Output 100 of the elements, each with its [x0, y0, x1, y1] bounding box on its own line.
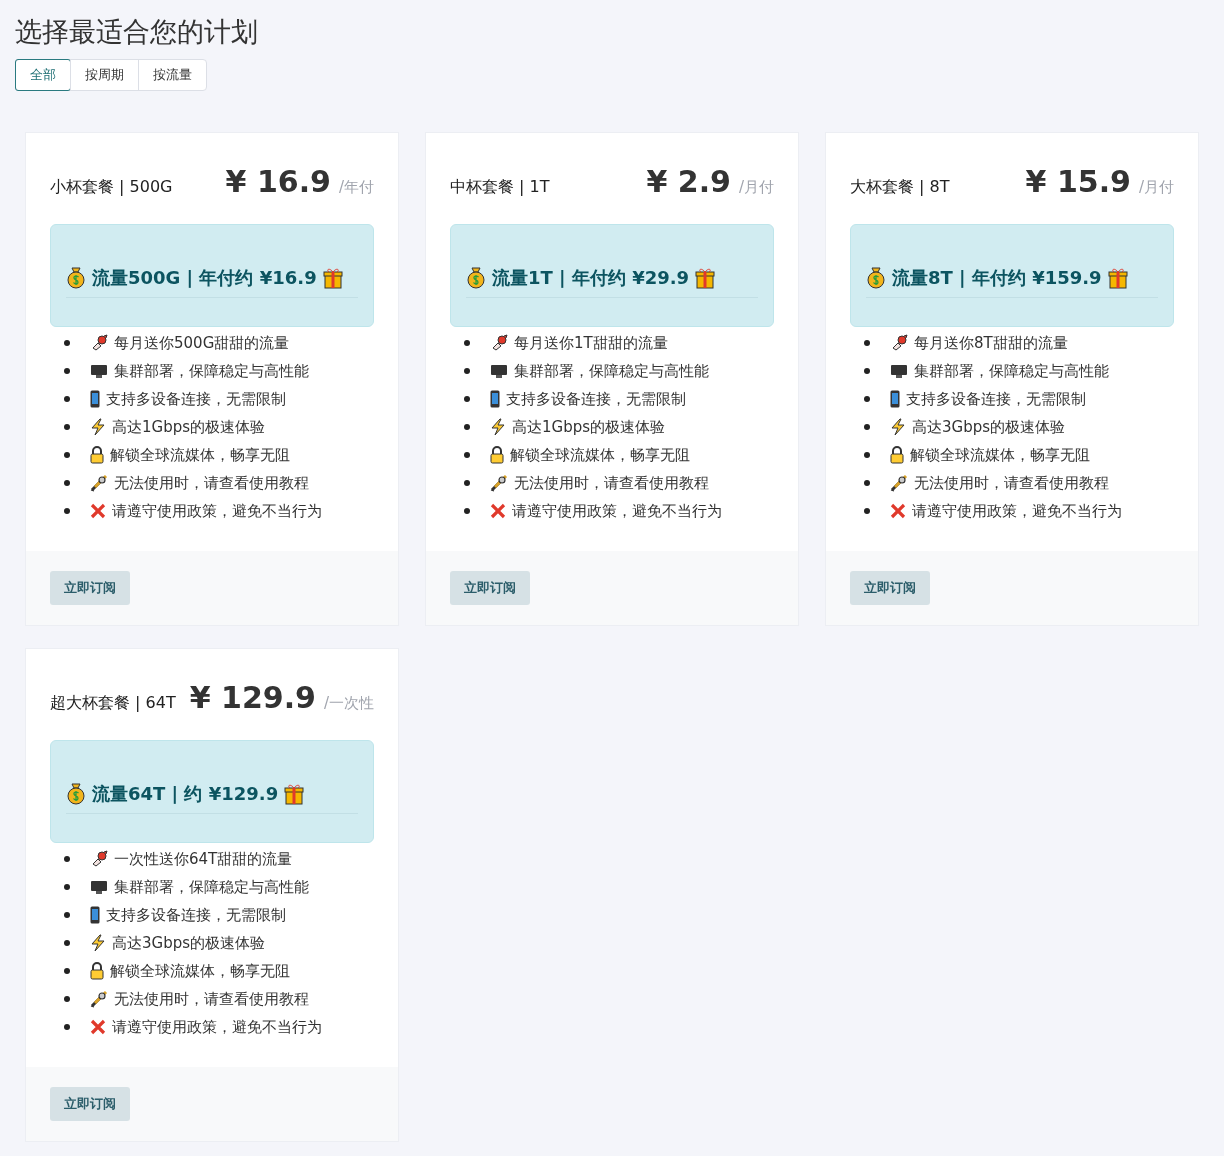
feature-text: 集群部署，保障稳定与高性能 [114, 876, 309, 898]
bullet-icon [464, 368, 470, 374]
subscribe-button[interactable]: 立即订阅 [850, 571, 930, 605]
money-bag-icon [866, 266, 886, 289]
feature-text: 请遵守使用政策，避免不当行为 [512, 500, 722, 522]
candy-icon [490, 334, 508, 352]
billing-period: /一次性 [323, 693, 374, 714]
padlock-icon [90, 446, 104, 464]
bullet-icon [864, 368, 870, 374]
bullet-icon [864, 480, 870, 486]
money-bag-icon [66, 782, 86, 805]
candy-icon [90, 334, 108, 352]
highlight-text: 流量500G | 年付约 ¥16.9 [92, 266, 317, 290]
bullet-icon [64, 480, 70, 486]
bullet-icon [64, 1024, 70, 1030]
cross-icon [90, 503, 106, 519]
plan-price: ¥ 129.9 [189, 679, 316, 717]
bullet-icon [64, 396, 70, 402]
bullet-icon [64, 452, 70, 458]
monitor-icon [90, 879, 108, 895]
tools-icon [90, 990, 108, 1008]
gift-icon [284, 782, 305, 805]
page-title: 选择最适合您的计划 [15, 15, 259, 49]
bullet-icon [64, 940, 70, 946]
bullet-icon [864, 396, 870, 402]
feature-text: 一次性送你64T甜甜的流量 [114, 848, 293, 870]
bullet-icon [864, 340, 870, 346]
feature-text: 高达1Gbps的极速体验 [512, 416, 666, 438]
bullet-icon [64, 508, 70, 514]
feature-text: 高达3Gbps的极速体验 [912, 416, 1066, 438]
money-bag-icon [66, 266, 86, 289]
feature-text: 高达1Gbps的极速体验 [112, 416, 266, 438]
padlock-icon [90, 962, 104, 980]
bullet-icon [464, 480, 470, 486]
feature-text: 支持多设备连接，无需限制 [906, 388, 1086, 410]
feature-text: 请遵守使用政策，避免不当行为 [112, 1016, 322, 1038]
gift-icon [322, 266, 343, 289]
feature-text: 无法使用时，请查看使用教程 [114, 988, 309, 1010]
feature-text: 请遵守使用政策，避免不当行为 [912, 500, 1122, 522]
bullet-icon [64, 912, 70, 918]
cross-icon [490, 503, 506, 519]
bullet-icon [464, 424, 470, 430]
money-bag-icon [466, 266, 486, 289]
feature-text: 无法使用时，请查看使用教程 [514, 472, 709, 494]
tools-icon [490, 474, 508, 492]
feature-text: 无法使用时，请查看使用教程 [914, 472, 1109, 494]
plan-price: ¥ 16.9 [225, 163, 331, 201]
tools-icon [90, 474, 108, 492]
bullet-icon [64, 856, 70, 862]
gift-icon [695, 266, 716, 289]
gift-icon [1107, 266, 1128, 289]
plan-name: 中杯套餐 | 1T [450, 176, 550, 198]
phone-icon [90, 390, 100, 408]
bullet-icon [864, 452, 870, 458]
subscribe-button[interactable]: 立即订阅 [50, 571, 130, 605]
highlight-text: 流量1T | 年付约 ¥29.9 [492, 266, 690, 290]
tools-icon [890, 474, 908, 492]
bullet-icon [64, 968, 70, 974]
feature-text: 解锁全球流媒体，畅享无阻 [110, 960, 290, 982]
bullet-icon [864, 424, 870, 430]
bullet-icon [64, 424, 70, 430]
feature-text: 请遵守使用政策，避免不当行为 [112, 500, 322, 522]
monitor-icon [490, 363, 508, 379]
highlight-text: 流量64T | 约 ¥129.9 [92, 782, 279, 806]
padlock-icon [890, 446, 904, 464]
feature-text: 无法使用时，请查看使用教程 [114, 472, 309, 494]
bullet-icon [864, 508, 870, 514]
candy-icon [90, 850, 108, 868]
lightning-icon [90, 934, 106, 952]
plan-price: ¥ 15.9 [1025, 163, 1131, 201]
billing-period: /月付 [1138, 177, 1174, 198]
bullet-icon [464, 452, 470, 458]
feature-text: 每月送你8T甜甜的流量 [914, 332, 1068, 354]
monitor-icon [890, 363, 908, 379]
cross-icon [890, 503, 906, 519]
bullet-icon [64, 996, 70, 1002]
plan-name: 超大杯套餐 | 64T [50, 692, 176, 714]
phone-icon [890, 390, 900, 408]
lightning-icon [490, 418, 506, 436]
filter-tab[interactable]: 按流量 [138, 60, 206, 90]
feature-text: 解锁全球流媒体，畅享无阻 [510, 444, 690, 466]
subscribe-button[interactable]: 立即订阅 [50, 1087, 130, 1121]
candy-icon [890, 334, 908, 352]
subscribe-button[interactable]: 立即订阅 [450, 571, 530, 605]
filter-tab[interactable]: 全部 [15, 59, 71, 91]
bullet-icon [464, 508, 470, 514]
feature-text: 支持多设备连接，无需限制 [506, 388, 686, 410]
feature-text: 集群部署，保障稳定与高性能 [114, 360, 309, 382]
feature-text: 集群部署，保障稳定与高性能 [514, 360, 709, 382]
feature-text: 高达3Gbps的极速体验 [112, 932, 266, 954]
bullet-icon [64, 368, 70, 374]
phone-icon [90, 906, 100, 924]
feature-text: 支持多设备连接，无需限制 [106, 388, 286, 410]
phone-icon [490, 390, 500, 408]
feature-text: 解锁全球流媒体，畅享无阻 [110, 444, 290, 466]
feature-text: 解锁全球流媒体，畅享无阻 [910, 444, 1090, 466]
lightning-icon [90, 418, 106, 436]
filter-tab[interactable]: 按周期 [70, 60, 138, 90]
feature-text: 每月送你500G甜甜的流量 [114, 332, 290, 354]
plan-name: 小杯套餐 | 500G [50, 176, 173, 198]
